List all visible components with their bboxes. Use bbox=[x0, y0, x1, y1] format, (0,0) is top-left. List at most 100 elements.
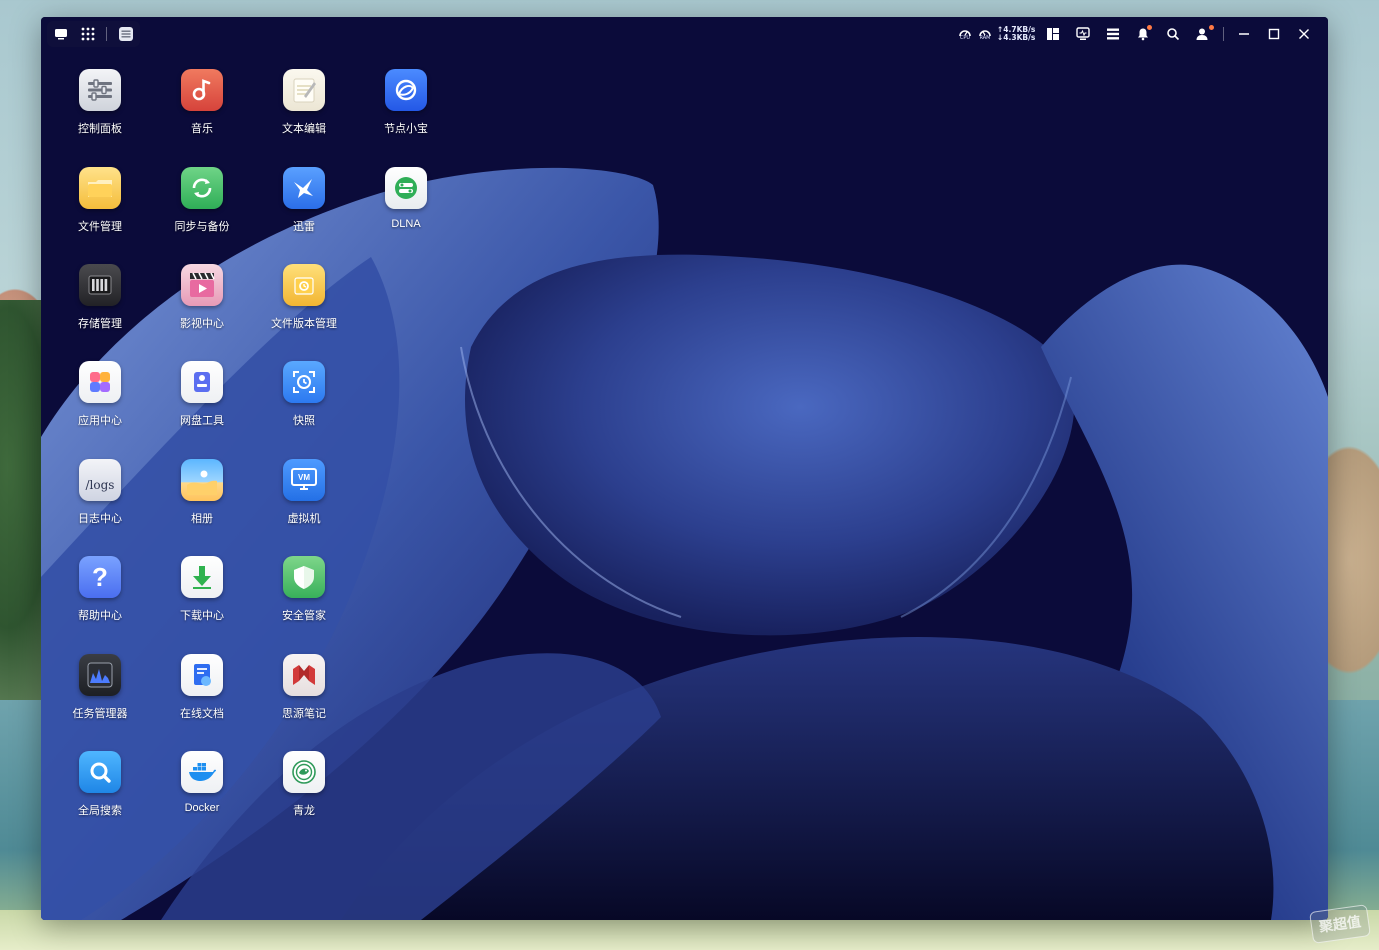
app-qinglong[interactable]: 青龙 bbox=[254, 741, 354, 831]
app-label: 青龙 bbox=[293, 805, 315, 817]
app-label: 存储管理 bbox=[78, 318, 122, 330]
ram-gauge[interactable]: RAM bbox=[977, 27, 993, 41]
app-label: 下载中心 bbox=[180, 610, 224, 622]
app-cloud-drive-tools[interactable]: 网盘工具 bbox=[152, 351, 252, 441]
app-app-center[interactable]: 应用中心 bbox=[50, 351, 150, 441]
app-siyuan-notes[interactable]: 思源笔记 bbox=[254, 644, 354, 734]
app-label: 文件管理 bbox=[78, 221, 122, 233]
user-badge bbox=[1209, 25, 1214, 30]
close-button[interactable] bbox=[1294, 24, 1314, 44]
sync-icon bbox=[181, 167, 223, 209]
music-icon bbox=[181, 69, 223, 111]
app-label: 思源笔记 bbox=[282, 708, 326, 720]
app-file-version[interactable]: 文件版本管理 bbox=[254, 254, 354, 344]
app-label: 虚拟机 bbox=[287, 513, 321, 525]
close-icon bbox=[1299, 29, 1309, 39]
download-speed: ↓4.3KB/s bbox=[997, 33, 1036, 42]
app-label: 帮助中心 bbox=[78, 610, 122, 622]
app-text-editor[interactable]: 文本编辑 bbox=[254, 59, 354, 149]
app-label: 同步与备份 bbox=[174, 221, 230, 233]
snapshot-icon bbox=[283, 361, 325, 403]
docs-icon bbox=[181, 654, 223, 696]
cloud-drive-icon bbox=[181, 361, 223, 403]
app-label: 节点小宝 bbox=[384, 123, 428, 135]
shield-icon bbox=[283, 556, 325, 598]
separator bbox=[106, 27, 108, 41]
app-help-center[interactable]: ? 帮助中心 bbox=[50, 546, 150, 636]
search-icon bbox=[1167, 28, 1180, 41]
app-log-center[interactable]: /logs 日志中心 bbox=[50, 449, 150, 539]
cpu-gauge[interactable]: CPU bbox=[957, 27, 973, 41]
app-label: DLNA bbox=[391, 218, 421, 230]
help-icon: ? bbox=[79, 556, 121, 598]
app-label: 迅雷 bbox=[293, 221, 315, 233]
maximize-button[interactable] bbox=[1264, 24, 1284, 44]
cpu-label: CPU bbox=[959, 35, 971, 41]
app-sync-backup[interactable]: 同步与备份 bbox=[152, 157, 252, 247]
app-label: 全局搜索 bbox=[78, 805, 122, 817]
search-icon bbox=[79, 751, 121, 793]
app-label: 影视中心 bbox=[180, 318, 224, 330]
show-desktop-button[interactable] bbox=[53, 25, 70, 43]
dragon-icon bbox=[283, 751, 325, 793]
app-label: Docker bbox=[184, 802, 220, 814]
notifications-button[interactable] bbox=[1133, 24, 1153, 44]
docker-icon bbox=[181, 751, 223, 793]
logs-icon-text: /logs bbox=[85, 478, 115, 492]
app-label: 文件版本管理 bbox=[271, 318, 337, 330]
vm-icon-text: VM bbox=[298, 473, 310, 482]
widgets-button[interactable] bbox=[1043, 24, 1063, 44]
widgets-icon bbox=[1047, 28, 1059, 40]
folder-icon bbox=[79, 167, 121, 209]
system-tray: CPU RAM ↑4.7KB/s ↓4.3KB/s bbox=[957, 23, 1314, 45]
resource-monitor-button[interactable] bbox=[1073, 24, 1093, 44]
search-button[interactable] bbox=[1163, 24, 1183, 44]
minimize-button[interactable] bbox=[1234, 24, 1254, 44]
app-label: 在线文档 bbox=[180, 708, 224, 720]
app-download-center[interactable]: 下载中心 bbox=[152, 546, 252, 636]
network-speed[interactable]: ↑4.7KB/s ↓4.3KB/s bbox=[997, 25, 1036, 43]
app-center-icon bbox=[79, 361, 121, 403]
app-label: 任务管理器 bbox=[72, 708, 128, 720]
app-virtual-machine[interactable]: VM 虚拟机 bbox=[254, 449, 354, 539]
notification-badge bbox=[1147, 25, 1152, 30]
app-task-manager[interactable]: 任务管理器 bbox=[50, 644, 150, 734]
app-grid-button[interactable] bbox=[80, 25, 97, 43]
app-online-docs[interactable]: 在线文档 bbox=[152, 644, 252, 734]
app-label: 快照 bbox=[293, 415, 315, 427]
app-video-center[interactable]: 影视中心 bbox=[152, 254, 252, 344]
notepad-icon bbox=[283, 69, 325, 111]
app-dlna[interactable]: DLNA bbox=[356, 157, 456, 247]
task-manager-icon bbox=[79, 654, 121, 696]
node-icon bbox=[385, 69, 427, 111]
logs-icon: /logs bbox=[79, 459, 121, 501]
storage-status-button[interactable] bbox=[1103, 24, 1123, 44]
app-snapshot[interactable]: 快照 bbox=[254, 351, 354, 441]
vm-icon: VM bbox=[283, 459, 325, 501]
user-account-button[interactable] bbox=[1193, 24, 1214, 44]
app-music[interactable]: 音乐 bbox=[152, 59, 252, 149]
app-photos[interactable]: 相册 bbox=[152, 449, 252, 539]
app-control-panel[interactable]: 控制面板 bbox=[50, 59, 150, 149]
app-global-search[interactable]: 全局搜索 bbox=[50, 741, 150, 831]
app-security-manager[interactable]: 安全管家 bbox=[254, 546, 354, 636]
bird-icon bbox=[283, 167, 325, 209]
app-docker[interactable]: Docker bbox=[152, 741, 252, 831]
separator bbox=[1223, 27, 1224, 41]
app-xunlei[interactable]: 迅雷 bbox=[254, 157, 354, 247]
app-storage-manager[interactable]: 存储管理 bbox=[50, 254, 150, 344]
app-label: 日志中心 bbox=[78, 513, 122, 525]
control-panel-icon bbox=[79, 69, 121, 111]
siyuan-icon bbox=[283, 654, 325, 696]
top-bar: CPU RAM ↑4.7KB/s ↓4.3KB/s bbox=[41, 17, 1328, 51]
app-label: 网盘工具 bbox=[180, 415, 224, 427]
help-icon-text: ? bbox=[92, 561, 108, 592]
monitor-icon bbox=[1076, 27, 1090, 40]
control-panel-shortcut[interactable] bbox=[117, 25, 134, 43]
minimize-icon bbox=[1239, 33, 1249, 35]
nas-desktop-window: CPU RAM ↑4.7KB/s ↓4.3KB/s 控制面板 音乐 文本编辑 节… bbox=[41, 17, 1328, 920]
app-node-baby[interactable]: 节点小宝 bbox=[356, 59, 456, 149]
app-label: 文本编辑 bbox=[282, 123, 326, 135]
app-file-manager[interactable]: 文件管理 bbox=[50, 157, 150, 247]
app-label: 控制面板 bbox=[78, 123, 122, 135]
